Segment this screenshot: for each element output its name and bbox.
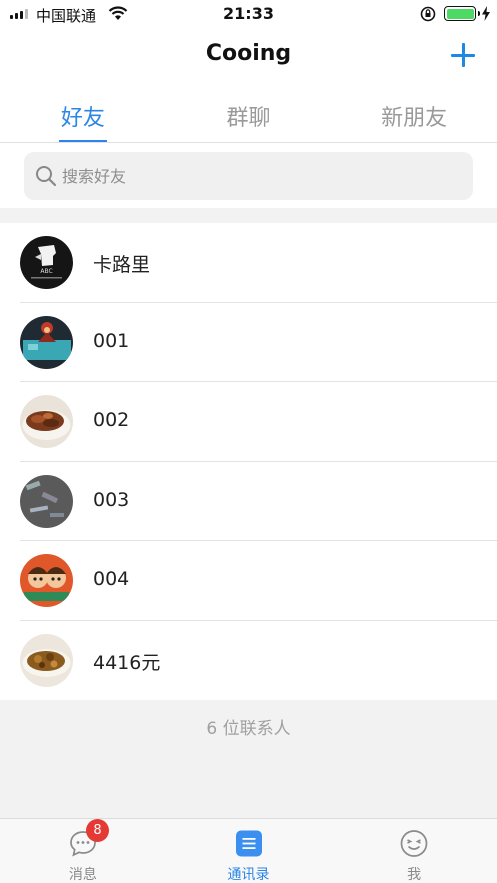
avatar — [20, 554, 73, 607]
contact-list: ABC 卡路里 001 002 003 004 4416元 — [0, 223, 497, 700]
tab-label: 通讯录 — [227, 867, 270, 883]
search-icon — [35, 165, 57, 191]
contact-name: 004 — [93, 568, 130, 590]
rotation-lock-icon — [420, 6, 436, 26]
tab-label: 我 — [407, 867, 422, 883]
tab-label: 群聊 — [226, 106, 271, 131]
contact-row[interactable]: 003 — [0, 462, 497, 541]
tab-new-friends[interactable]: 新朋友 — [331, 86, 497, 142]
contact-name: 4416元 — [93, 651, 161, 674]
contact-name: 卡路里 — [93, 254, 151, 276]
avatar — [20, 633, 73, 687]
avatar-text: ABC — [40, 268, 52, 275]
contact-row[interactable]: 004 — [0, 541, 497, 621]
contact-row[interactable]: 002 — [0, 382, 497, 462]
nav-bar: Cooing — [0, 28, 497, 86]
contact-row[interactable]: 001 — [0, 303, 497, 382]
tab-friends[interactable]: 好友 — [0, 86, 166, 142]
battery-icon — [444, 6, 480, 21]
search-section — [0, 143, 497, 208]
tab-label: 新朋友 — [381, 106, 448, 131]
contacts-book-icon — [234, 829, 263, 858]
search-input[interactable] — [62, 152, 462, 200]
smiley-face-icon — [400, 829, 429, 858]
bottom-tab-bar: 8 消息 通讯录 我 — [0, 818, 497, 883]
contact-row[interactable]: ABC 卡路里 — [0, 223, 497, 303]
contact-row[interactable]: 4416元 — [0, 621, 497, 701]
contact-name: 001 — [93, 329, 130, 352]
tab-contacts[interactable]: 通讯录 — [166, 819, 332, 883]
tab-messages[interactable]: 8 消息 — [0, 819, 166, 883]
contact-count: 6 位联系人 — [206, 719, 291, 739]
search-bar[interactable] — [24, 152, 473, 200]
tab-label: 好友 — [60, 106, 105, 131]
plus-icon[interactable] — [449, 41, 477, 69]
charging-bolt-icon — [481, 6, 491, 25]
contact-name: 002 — [93, 409, 130, 431]
avatar — [20, 315, 73, 369]
tab-label: 消息 — [68, 867, 97, 883]
active-tab-indicator — [59, 140, 107, 142]
page-title: Cooing — [205, 41, 292, 66]
avatar: ABC — [20, 236, 73, 289]
contact-tabs: 好友 群聊 新朋友 — [0, 86, 497, 143]
unread-badge: 8 — [86, 819, 109, 842]
status-bar: 中国联通 21:33 — [0, 0, 497, 28]
tab-groups[interactable]: 群聊 — [166, 86, 332, 142]
contact-name: 003 — [93, 488, 130, 511]
tab-me[interactable]: 我 — [331, 819, 497, 883]
avatar — [20, 474, 73, 528]
avatar — [20, 395, 73, 448]
